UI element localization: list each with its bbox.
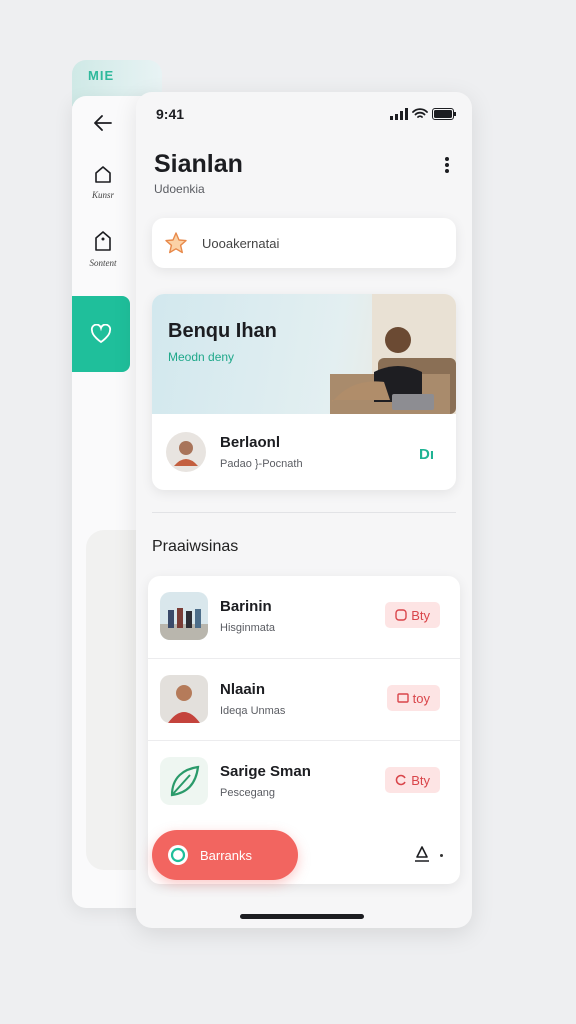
search-input[interactable]: Uooakernatai bbox=[152, 218, 456, 268]
status-time: 9:41 bbox=[156, 106, 185, 122]
person-photo-thumbnail bbox=[160, 675, 208, 723]
featured-subtitle: Meodn deny bbox=[168, 350, 235, 364]
list-item-title: Nlaain bbox=[220, 681, 266, 698]
list-item-action-button[interactable]: Bty bbox=[385, 602, 440, 628]
phone-screen: 9:41 Sianlan Udoenkia Uooakernatai Benqu… bbox=[136, 92, 472, 928]
list-item-action-label: Bty bbox=[411, 607, 430, 623]
signal-icon bbox=[390, 108, 408, 120]
back-button[interactable] bbox=[72, 112, 134, 134]
search-placeholder: Uooakernatai bbox=[202, 235, 280, 251]
home-icon bbox=[95, 166, 111, 183]
list-item-action-button[interactable]: Bty bbox=[385, 767, 440, 793]
group-photo-thumbnail bbox=[160, 592, 208, 640]
page-subtitle: Udoenkia bbox=[154, 182, 205, 196]
nav-item-label: Sontent bbox=[89, 258, 117, 268]
avatar bbox=[166, 432, 206, 472]
list-item-subtitle: Hisginmata bbox=[220, 622, 276, 634]
section-title: Praaiwsinas bbox=[152, 538, 239, 555]
nav-item-home[interactable]: Kunsr bbox=[72, 164, 134, 200]
copy-icon bbox=[395, 609, 407, 621]
floating-action-button[interactable]: Barranks bbox=[152, 830, 298, 880]
list-item[interactable]: Sarige Sman Pescegang Bty bbox=[148, 740, 460, 822]
arrow-left-icon bbox=[94, 115, 112, 131]
divider bbox=[152, 512, 456, 513]
nav-item-label: Kunsr bbox=[91, 190, 114, 200]
list-item-title: Sarige Sman bbox=[220, 763, 311, 780]
list-item-subtitle: Pescegang bbox=[220, 787, 276, 799]
more-vertical-icon[interactable] bbox=[444, 156, 450, 174]
profile-action-button[interactable]: Dı bbox=[419, 446, 434, 463]
list-item-subtitle: Ideqa Unmas bbox=[220, 705, 286, 717]
battery-icon bbox=[432, 108, 456, 120]
person-avatar-icon bbox=[174, 441, 198, 466]
square-icon bbox=[396, 693, 409, 703]
profile-subtitle: Padao }-Pocnath bbox=[220, 458, 303, 470]
tag-icon bbox=[95, 231, 111, 251]
heart-icon bbox=[90, 324, 112, 344]
status-bar: 9:41 bbox=[156, 104, 456, 124]
list-item[interactable]: Nlaain Ideqa Unmas toy bbox=[148, 658, 460, 740]
leaf-icon bbox=[170, 765, 200, 797]
leaf-logo-thumbnail bbox=[160, 757, 208, 805]
more-dot-icon bbox=[440, 854, 443, 857]
list-item[interactable]: Barinin Hisginmata Bty bbox=[148, 576, 460, 658]
home-indicator bbox=[240, 914, 364, 919]
page-title: Sianlan bbox=[154, 150, 243, 178]
list-item-title: Barinin bbox=[220, 598, 272, 615]
list-item-action-label: Bty bbox=[411, 772, 430, 788]
profile-name: Berlaonl bbox=[220, 434, 281, 451]
featured-image: Benqu Ihan Meodn deny bbox=[152, 294, 456, 414]
featured-title: Benqu Ihan bbox=[168, 320, 277, 342]
floating-action-label: Barranks bbox=[200, 847, 253, 863]
share-icon[interactable] bbox=[412, 844, 432, 864]
featured-profile-row[interactable]: Berlaonl Padao }-Pocnath Dı bbox=[152, 414, 456, 490]
star-icon bbox=[165, 232, 187, 254]
nav-item-content[interactable]: Sontent bbox=[72, 230, 134, 268]
check-circle-icon bbox=[168, 845, 188, 865]
nav-item-favorites[interactable] bbox=[72, 296, 130, 372]
back-panel-peek-text: MIE bbox=[88, 68, 115, 83]
wifi-icon bbox=[412, 108, 428, 118]
list-item-action-label: toy bbox=[412, 690, 430, 706]
list-item-action-button[interactable]: toy bbox=[386, 685, 440, 711]
refresh-icon bbox=[395, 774, 406, 786]
featured-card[interactable]: Benqu Ihan Meodn deny Berlaonl Padao }-P… bbox=[152, 294, 456, 490]
